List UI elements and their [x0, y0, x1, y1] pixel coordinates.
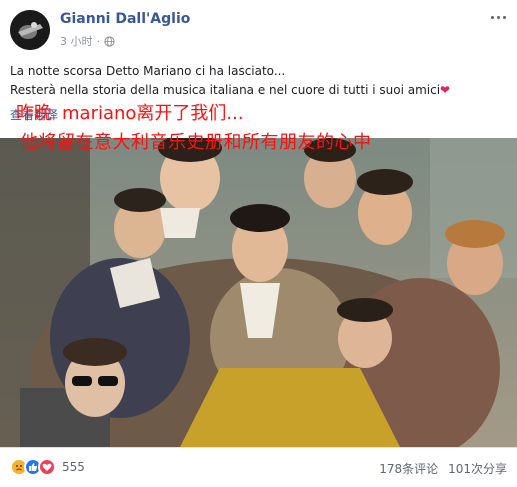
heart-emoji: ❤ [440, 83, 451, 97]
post-meta: 3 小时 · [60, 33, 115, 49]
facebook-post: Gianni Dall'Aglio 3 小时 · La notte scorsa… [0, 0, 517, 487]
overlay-caption-line-2: 他将留在意大利音乐史册和所有朋友的心中 [20, 132, 372, 153]
post-time[interactable]: 3 小时 [60, 33, 93, 49]
avatar-image [10, 10, 50, 50]
reaction-count: 555 [62, 460, 85, 474]
reactions-summary[interactable]: 555 [10, 458, 85, 476]
overlay-caption-cn: 昨晚 [16, 103, 52, 124]
author-name[interactable]: Gianni Dall'Aglio [60, 11, 190, 27]
shares-count-link[interactable]: 101次分享 [448, 460, 507, 477]
overlay-caption-latin: mariano离开了我们... [62, 103, 244, 124]
comments-count-link[interactable]: 178条评论 [379, 460, 438, 477]
engagement-stats: 178条评论 101次分享 [379, 460, 507, 477]
post-text-line-1: La notte scorsa Detto Mariano ci ha lasc… [10, 64, 286, 78]
post-photo[interactable] [0, 138, 517, 447]
post-text: La notte scorsa Detto Mariano ci ha lasc… [10, 62, 507, 100]
more-options-icon[interactable] [489, 11, 507, 23]
group-photo [0, 138, 517, 447]
globe-icon[interactable] [104, 35, 115, 47]
post-footer: 555 178条评论 101次分享 [0, 447, 517, 487]
author-avatar[interactable] [10, 10, 50, 50]
overlay-caption-line-1: 昨晚 mariano离开了我们... [16, 99, 244, 125]
post-text-line-2-text: Resterà nella storia della musica italia… [10, 83, 441, 97]
meta-separator: · [96, 34, 101, 48]
post-text-line-2: Resterà nella storia della musica italia… [10, 81, 507, 100]
love-reaction-icon [38, 458, 56, 476]
